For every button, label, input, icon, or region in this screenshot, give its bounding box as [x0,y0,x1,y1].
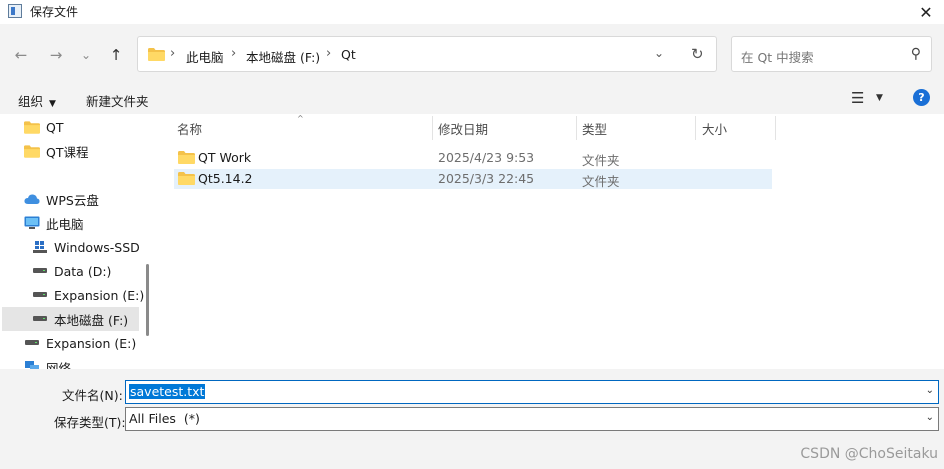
column-header-type[interactable]: 类型 [582,114,607,142]
file-name: Qt5.14.2 [198,171,253,186]
column-divider[interactable] [576,116,577,140]
sidebar-item-label: Expansion (E:) [54,287,145,303]
filename-label: 文件名(N): [62,388,123,403]
sidebar-item-label: WPS云盘 [46,192,99,208]
file-row[interactable]: Qt5.14.2 2025/3/3 22:45 文件夹 [174,169,772,189]
folder-icon [178,172,195,185]
title-bar: 保存文件 ✕ [0,0,944,24]
sidebar-item-wps-cloud[interactable]: WPS云盘 [24,187,152,211]
sidebar-item-label: 此电脑 [46,216,84,232]
breadcrumb-qt[interactable]: Qt [341,47,356,62]
watermark-text: CSDN @ChoSeitaku [800,446,938,462]
filetype-select[interactable]: All Files (*) ⌄ [125,407,939,431]
sidebar-scrollbar[interactable] [146,264,149,336]
file-date: 2025/4/23 9:53 [438,150,535,165]
refresh-button[interactable]: ↻ [691,45,704,63]
breadcrumb-separator: › [326,46,332,61]
drive-icon [33,268,47,273]
sidebar-item-label: QT [46,119,64,135]
sidebar-item-label: Data (D:) [54,263,112,279]
sidebar-item-label: Windows-SSD [54,239,140,255]
window-app-icon [8,4,22,18]
search-icon[interactable]: ⚲ [911,46,921,62]
chevron-down-icon[interactable]: ⌄ [926,385,934,396]
help-icon[interactable]: ? [913,89,930,106]
back-button[interactable]: ← [9,44,33,66]
column-divider[interactable] [775,116,776,140]
search-box[interactable]: 在 Qt 中搜索 ⚲ [731,36,932,72]
navigation-pane: QT QT课程 WPS云盘 此电脑 Windows-SSD Data (D:) … [0,114,152,369]
sidebar-item-this-pc[interactable]: 此电脑 [24,211,152,235]
breadcrumb-local-disk-f[interactable]: 本地磁盘 (F:) [246,47,320,66]
address-bar[interactable]: › 此电脑 › 本地磁盘 (F:) › Qt ⌄ ↻ [137,36,717,72]
command-bar: 组织 ▼ 新建文件夹 ☰ ▼ ? [0,84,944,114]
chevron-down-icon[interactable]: ⌄ [926,412,934,423]
filename-input[interactable]: savetest.txt ⌄ [125,380,939,404]
organize-button[interactable]: 组织 ▼ [18,91,56,110]
network-icon [25,361,39,369]
sidebar-item-qt[interactable]: QT [24,115,152,139]
column-header-name[interactable]: 名称 [177,114,202,142]
file-row[interactable]: QT Work 2025/4/23 9:53 文件夹 [174,148,772,168]
file-type: 文件夹 [582,174,620,189]
organize-label: 组织 [18,94,44,109]
sidebar-item-network[interactable]: 网络 [24,355,152,369]
breadcrumb-separator: › [170,46,176,61]
sort-ascending-icon: ^ [297,114,304,123]
filetype-value: All Files (*) [129,411,200,426]
up-button[interactable]: ↑ [104,44,128,66]
sidebar-item-windows-ssd[interactable]: Windows-SSD [32,235,152,259]
file-type: 文件夹 [582,153,620,168]
breadcrumb-separator: › [231,46,237,61]
forward-button[interactable]: → [44,44,68,66]
folder-icon [24,144,40,158]
drive-icon [33,292,47,297]
breadcrumb-this-pc[interactable]: 此电脑 [186,47,224,66]
sidebar-item-expansion-e-root[interactable]: Expansion (E:) [24,331,152,355]
address-dropdown-button[interactable]: ⌄ [654,46,664,60]
cloud-icon [24,194,40,204]
monitor-icon [24,216,40,229]
sidebar-item-label: Expansion (E:) [46,335,137,351]
drive-icon [33,316,47,321]
close-button[interactable]: ✕ [908,0,944,24]
new-folder-button[interactable]: 新建文件夹 [86,91,149,110]
file-name: QT Work [198,150,252,165]
file-list: ^ 名称 修改日期 类型 大小 QT Work 2025/4/23 9:53 文… [157,114,944,369]
filename-value: savetest.txt [129,384,206,399]
recent-locations-button[interactable]: ⌄ [74,44,98,66]
sidebar-item-label: 网络 [46,360,72,370]
column-divider[interactable] [432,116,433,140]
save-form: 文件名(N): savetest.txt ⌄ 保存类型(T): All File… [0,369,944,469]
sidebar-item-data-d[interactable]: Data (D:) [32,259,152,283]
drive-icon [25,340,39,345]
view-options-caret[interactable]: ▼ [876,93,883,103]
column-divider[interactable] [695,116,696,140]
search-placeholder: 在 Qt 中搜索 [741,50,814,65]
column-header-size[interactable]: 大小 [702,114,727,142]
navigation-bar: ← → ⌄ ↑ › 此电脑 › 本地磁盘 (F:) › Qt ⌄ ↻ 在 Qt … [0,24,944,84]
folder-icon [178,151,195,164]
chevron-down-icon: ▼ [49,99,56,109]
sidebar-item-local-disk-f[interactable]: 本地磁盘 (F:) [2,307,139,331]
column-header-date[interactable]: 修改日期 [438,114,488,142]
sidebar-item-label: 本地磁盘 (F:) [54,312,129,328]
folder-icon [24,120,40,134]
sidebar-item-label: QT课程 [46,144,89,160]
sidebar-item-expansion-e[interactable]: Expansion (E:) [32,283,152,307]
window-title: 保存文件 [30,5,79,19]
windows-drive-icon [33,241,47,253]
file-date: 2025/3/3 22:45 [438,171,535,186]
filetype-label: 保存类型(T): [54,415,126,430]
view-options-icon[interactable]: ☰ [851,89,864,107]
folder-icon [148,48,165,61]
sidebar-item-qt-course[interactable]: QT课程 [24,139,152,163]
